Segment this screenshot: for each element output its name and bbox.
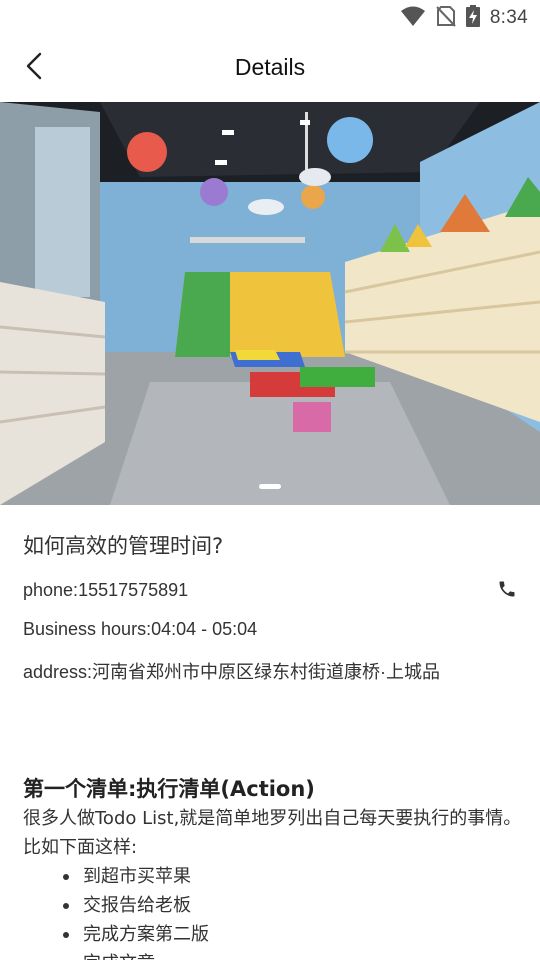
status-bar: 8:34 [0, 0, 540, 36]
status-time: 8:34 [489, 7, 528, 28]
banner-carousel[interactable] [0, 102, 540, 505]
carousel-page-indicator [259, 484, 281, 489]
banner-image [0, 102, 540, 505]
list-item: 完成方案第二版 [63, 920, 523, 949]
store-info: 如何高效的管理时间? phone:15517575891 Business ho… [23, 530, 520, 682]
status-icons: 8:34 [400, 5, 528, 31]
toolbar: Details [0, 36, 540, 102]
address-value: 河南省郑州市中原区绿东村街道康桥·上城品 [92, 662, 441, 682]
phone-label: phone: [23, 580, 79, 600]
call-button[interactable] [494, 578, 520, 604]
phone-number: 15517575891 [78, 580, 189, 600]
phone-row: phone:15517575891 [23, 580, 188, 601]
list-item: 完成文章 [63, 949, 523, 960]
address-label: address: [23, 662, 93, 682]
battery-charging-icon [465, 5, 480, 31]
phone-icon [497, 579, 517, 603]
no-sim-icon [436, 5, 456, 31]
business-hours-value: 04:04 - 05:04 [151, 619, 258, 639]
address-row: address:河南省郑州市中原区绿东村街道康桥·上城品 [23, 658, 440, 684]
business-hours-label: Business hours: [23, 619, 152, 639]
store-title: 如何高效的管理时间? [23, 534, 224, 558]
business-hours-row: Business hours:04:04 - 05:04 [23, 619, 257, 640]
article-heading: 第一个清单:执行清单(Action) [23, 777, 315, 801]
article-paragraph: 很多人做Todo List,就是简单地罗列出自己每天要执行的事情。比如下面这样: [23, 808, 522, 858]
page-title: Details [234, 54, 306, 80]
list-item: 交报告给老板 [63, 891, 523, 920]
article-content: 第一个清单:执行清单(Action) 很多人做Todo List,就是简单地罗列… [23, 774, 523, 960]
todo-list: 到超市买苹果 交报告给老板 完成方案第二版 完成文章 [63, 862, 523, 960]
list-item: 到超市买苹果 [63, 862, 523, 891]
wifi-icon [400, 5, 426, 31]
